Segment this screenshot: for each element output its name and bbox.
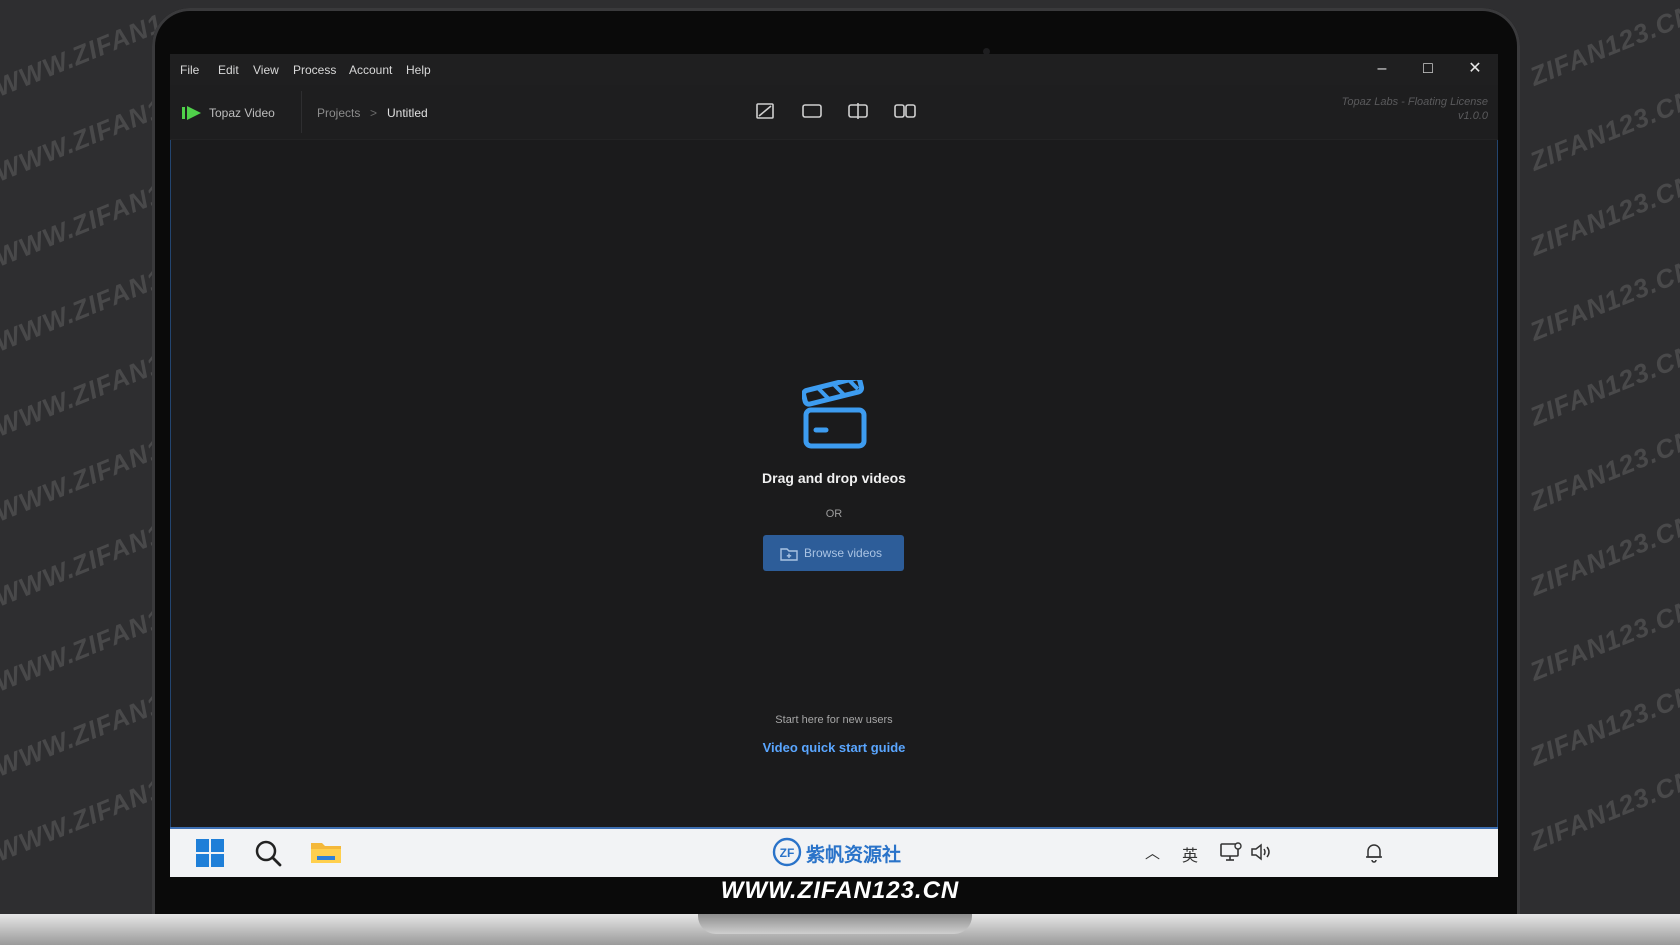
- close-button[interactable]: ✕: [1464, 58, 1486, 80]
- watermark-text: ZIFAN123.CN: [1525, 338, 1680, 432]
- file-explorer-icon[interactable]: [310, 839, 342, 865]
- watermark-text: WWW.ZIFAN1: [0, 177, 168, 273]
- drop-title: Drag and drop videos: [762, 470, 906, 486]
- watermark-text: ZIFAN123.CN: [1525, 508, 1680, 602]
- windows-start-icon[interactable]: [196, 839, 224, 867]
- version-label: v1.0.0: [1458, 110, 1488, 122]
- menu-help[interactable]: Help: [406, 63, 431, 77]
- browse-videos-label: Browse videos: [804, 546, 883, 560]
- notification-bell-icon[interactable]: [1363, 841, 1385, 863]
- breadcrumb-projects[interactable]: Projects: [317, 106, 360, 120]
- menu-process[interactable]: Process: [293, 63, 336, 77]
- watermark-text: ZIFAN123.CN: [1525, 678, 1680, 772]
- fullscreen-view-icon[interactable]: [800, 101, 824, 121]
- breadcrumb-separator: >: [370, 106, 378, 120]
- watermark-text: ZIFAN123.CN: [1525, 763, 1680, 857]
- watermark-text: WWW.ZIFAN1: [0, 517, 168, 613]
- maximize-button[interactable]: □: [1417, 58, 1439, 80]
- search-icon[interactable]: [254, 839, 282, 867]
- menu-file[interactable]: File: [180, 63, 199, 77]
- menu-bar: File Edit View Process Account Help – □ …: [170, 54, 1498, 86]
- quick-start-guide-link[interactable]: Video quick start guide: [170, 740, 1498, 755]
- watermark-text: ZIFAN123.CN: [1525, 423, 1680, 517]
- volume-icon[interactable]: [1250, 842, 1274, 862]
- network-icon[interactable]: [1220, 842, 1242, 862]
- chevron-up-icon[interactable]: ︿: [1145, 842, 1160, 863]
- menu-edit[interactable]: Edit: [218, 63, 239, 77]
- watermark-text: ZIFAN123.CN: [1525, 593, 1680, 687]
- windows-taskbar: ZF 紫帆资源社 ︿ 英: [170, 827, 1498, 877]
- laptop-notch: [698, 914, 972, 934]
- watermark-text: WWW.ZIFAN1: [0, 347, 168, 443]
- video-drop-zone[interactable]: Drag and drop videos OR Browse videos St…: [170, 140, 1498, 877]
- menu-view[interactable]: View: [253, 63, 279, 77]
- clapperboard-icon: [802, 380, 867, 449]
- side-by-side-view-icon[interactable]: [893, 101, 917, 121]
- watermark-text: WWW.ZIFAN1: [0, 92, 168, 188]
- watermark-text: WWW.ZIFAN1: [0, 262, 168, 358]
- watermark-text: ZIFAN123.CN: [1525, 253, 1680, 347]
- topaz-logo-icon: [182, 106, 201, 120]
- single-view-icon[interactable]: [753, 101, 777, 121]
- zf-logo-icon: ZF: [772, 837, 802, 867]
- app-toolbar: Topaz Video Projects > Untitled Topaz La…: [170, 85, 1498, 140]
- svg-text:ZF: ZF: [780, 846, 795, 860]
- new-users-caption: Start here for new users: [775, 714, 893, 726]
- watermark-text: WWW.ZIFAN1: [0, 772, 168, 868]
- watermark-text: WWW.ZIFAN1: [0, 602, 168, 698]
- menu-account[interactable]: Account: [349, 63, 392, 77]
- toolbar-divider: [301, 91, 302, 133]
- watermark-text: WWW.ZIFAN1: [0, 432, 168, 528]
- watermark-text: ZIFAN123.CN: [1525, 83, 1680, 177]
- split-view-icon[interactable]: [846, 101, 870, 121]
- or-separator: OR: [825, 508, 843, 520]
- license-name: Topaz Labs - Floating License: [1341, 96, 1488, 108]
- watermark-text: WWW.ZIFAN1: [0, 7, 168, 103]
- browse-videos-button[interactable]: Browse videos: [763, 535, 904, 571]
- watermark-text: ZIFAN123.CN: [1525, 168, 1680, 262]
- input-method-indicator[interactable]: 英: [1182, 842, 1198, 866]
- app-window: File Edit View Process Account Help – □ …: [170, 54, 1498, 877]
- site-logo-text: 紫帆资源社: [806, 844, 902, 866]
- license-info: Topaz Labs - Floating License v1.0.0: [1342, 95, 1488, 123]
- app-name: Topaz Video: [209, 106, 275, 120]
- watermark-text: ZIFAN123.CN: [1525, 0, 1680, 92]
- breadcrumb-current: Untitled: [387, 106, 428, 120]
- folder-add-icon: [780, 548, 798, 561]
- site-caption: WWW.ZIFAN123.CN: [720, 877, 960, 904]
- minimize-button[interactable]: –: [1371, 58, 1393, 80]
- watermark-text: WWW.ZIFAN1: [0, 687, 168, 783]
